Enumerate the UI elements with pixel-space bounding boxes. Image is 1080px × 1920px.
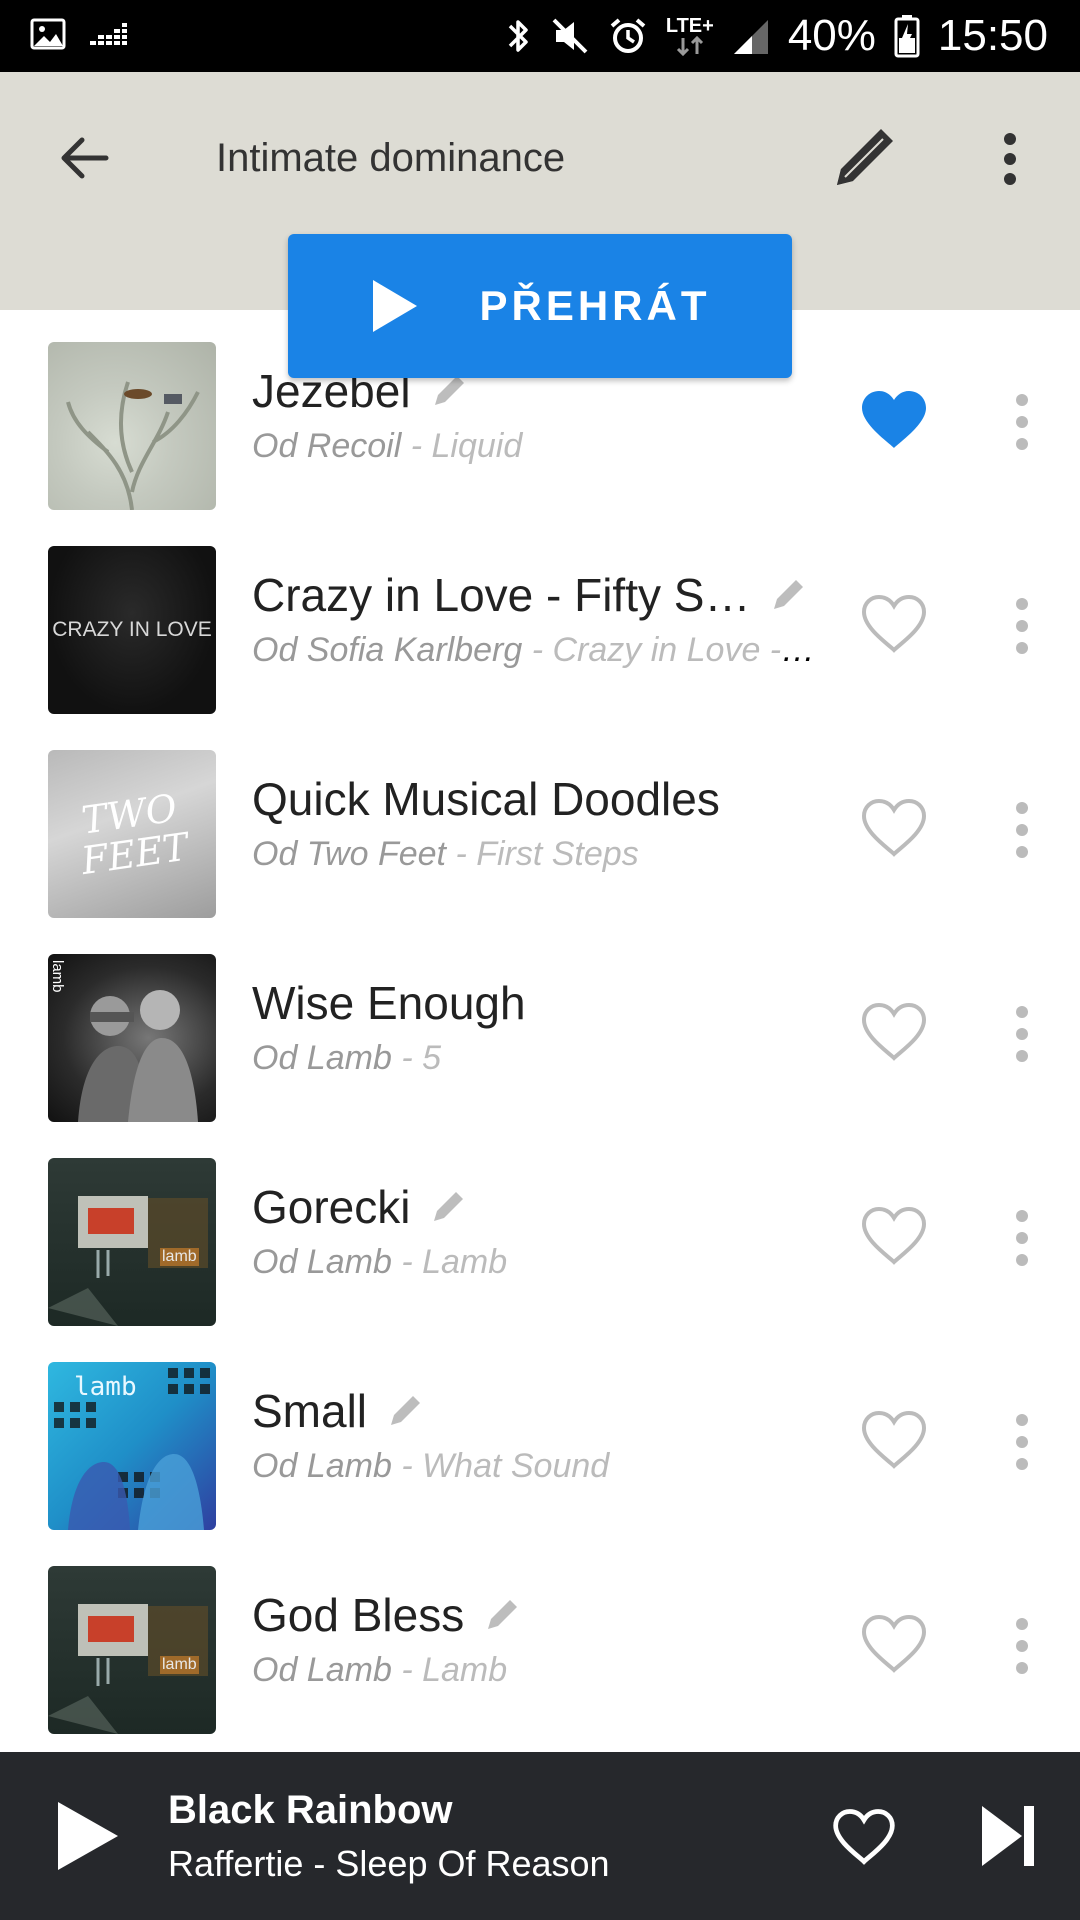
album-art: lamb — [48, 954, 216, 1122]
heart-filled-icon[interactable] — [858, 388, 930, 452]
album-art-text: TWO FEET — [78, 785, 191, 884]
track-row[interactable]: CRAZY IN LOVE Crazy in Love - Fifty S… O… — [0, 514, 1080, 718]
play-all-button[interactable]: PŘEHRÁT — [288, 234, 792, 378]
now-playing-title: Black Rainbow — [168, 1788, 453, 1832]
heart-outline-icon[interactable] — [858, 796, 930, 860]
skip-next-icon[interactable] — [978, 1800, 1038, 1872]
album-art-text: lamb — [49, 960, 66, 993]
play-all-label: PŘEHRÁT — [479, 282, 711, 329]
album-art: CRAZY IN LOVE — [48, 546, 216, 714]
alarm-icon — [610, 18, 646, 53]
track-album: - Liquid — [410, 427, 523, 465]
album-art: lamb — [48, 1158, 216, 1326]
album-art: lamb — [48, 1362, 216, 1530]
track-album: - 5 — [401, 1039, 441, 1077]
lyrics-icon — [774, 580, 804, 609]
equalizer-icon — [90, 23, 127, 45]
track-artist: Od Recoil — [252, 427, 402, 465]
track-more-button[interactable] — [1000, 798, 1044, 862]
track-album: - Crazy in Love - … — [531, 631, 822, 669]
track-artist: Od Lamb — [252, 1651, 392, 1689]
heart-outline-icon[interactable] — [830, 1806, 898, 1868]
battery-icon — [894, 15, 920, 58]
data-arrows-icon — [676, 36, 703, 56]
track-subtitle: Od Sofia Karlberg - Crazy in Love - … — [252, 628, 822, 672]
album-art-text: lamb — [74, 1372, 137, 1402]
edit-playlist-button[interactable] — [820, 112, 910, 202]
track-artist: Od Sofia Karlberg — [252, 631, 523, 669]
track-row[interactable]: lamb Small Od Lamb - What Sound — [0, 1330, 1080, 1534]
track-row[interactable]: lamb God Bless Od Lamb - Lamb — [0, 1534, 1080, 1738]
track-more-button[interactable] — [1000, 1614, 1044, 1678]
track-subtitle: Od Recoil - Liquid — [252, 424, 822, 468]
network-type: LTE+ — [665, 15, 714, 37]
arrow-left-icon — [61, 137, 109, 179]
track-more-button[interactable] — [1000, 1002, 1044, 1066]
bluetooth-icon — [508, 20, 528, 52]
back-button[interactable] — [48, 122, 120, 194]
track-artist: Od Lamb — [252, 1039, 392, 1077]
mini-player[interactable]: Black Rainbow Raffertie - Sleep Of Reaso… — [0, 1752, 1080, 1920]
image-icon — [30, 18, 66, 50]
more-vert-icon — [1004, 133, 1016, 185]
track-artist: Od Lamb — [252, 1243, 392, 1281]
status-bar: LTE+ 40% 15:50 — [0, 0, 1080, 72]
track-album: - First Steps — [455, 835, 639, 873]
overflow-menu-button[interactable] — [970, 114, 1050, 204]
track-more-button[interactable] — [1000, 1410, 1044, 1474]
album-art: lamb — [48, 1566, 216, 1734]
heart-outline-icon[interactable] — [858, 1408, 930, 1472]
track-artist: Od Two Feet — [252, 835, 446, 873]
album-art-text: lamb — [160, 1248, 199, 1266]
track-more-button[interactable] — [1000, 594, 1044, 658]
signal-icon — [733, 20, 768, 54]
clock: 15:50 — [937, 11, 1048, 60]
track-subtitle: Od Two Feet - First Steps — [252, 832, 822, 876]
play-icon[interactable] — [52, 1798, 122, 1874]
album-art — [48, 342, 216, 510]
track-more-button[interactable] — [1000, 1206, 1044, 1270]
heart-outline-icon[interactable] — [858, 592, 930, 656]
mute-icon — [552, 18, 588, 54]
track-row[interactable]: lamb Gorecki Od Lamb - Lamb — [0, 1126, 1080, 1330]
track-title: Wise Enough — [252, 977, 526, 1029]
lyrics-icon — [391, 1396, 421, 1425]
play-icon — [373, 280, 418, 332]
battery-percent: 40% — [787, 11, 876, 60]
track-title: Crazy in Love - Fifty S… — [252, 569, 751, 621]
heart-outline-icon[interactable] — [858, 1612, 930, 1676]
track-more-button[interactable] — [1000, 390, 1044, 454]
network-indicator: LTE+ — [666, 16, 714, 56]
track-title: Quick Musical Doodles — [252, 773, 720, 825]
track-row[interactable]: TWO FEET Quick Musical Doodles Od Two Fe… — [0, 718, 1080, 922]
lyrics-icon — [488, 1600, 518, 1629]
track-album: - Lamb — [401, 1243, 508, 1281]
track-subtitle: Od Lamb - Lamb — [252, 1240, 822, 1284]
album-art: TWO FEET — [48, 750, 216, 918]
now-playing-subtitle: Raffertie - Sleep Of Reason — [168, 1843, 610, 1884]
lyrics-icon — [434, 1192, 464, 1221]
track-album: - What Sound — [401, 1447, 610, 1485]
track-subtitle: Od Lamb - 5 — [252, 1036, 822, 1080]
pencil-icon — [837, 129, 893, 185]
track-title: Small — [252, 1385, 368, 1437]
track-title: God Bless — [252, 1589, 465, 1641]
album-art-text: CRAZY IN LOVE — [52, 618, 212, 641]
track-artist: Od Lamb — [252, 1447, 392, 1485]
track-album: - Lamb — [401, 1651, 508, 1689]
track-subtitle: Od Lamb - What Sound — [252, 1444, 822, 1488]
track-row[interactable]: lamb Wise Enough Od Lamb - 5 — [0, 922, 1080, 1126]
heart-outline-icon[interactable] — [858, 1000, 930, 1064]
album-art-text: lamb — [160, 1656, 199, 1674]
playlist-title: Intimate dominance — [216, 136, 566, 180]
track-subtitle: Od Lamb - Lamb — [252, 1648, 822, 1692]
track-title: Gorecki — [252, 1181, 411, 1233]
heart-outline-icon[interactable] — [858, 1204, 930, 1268]
